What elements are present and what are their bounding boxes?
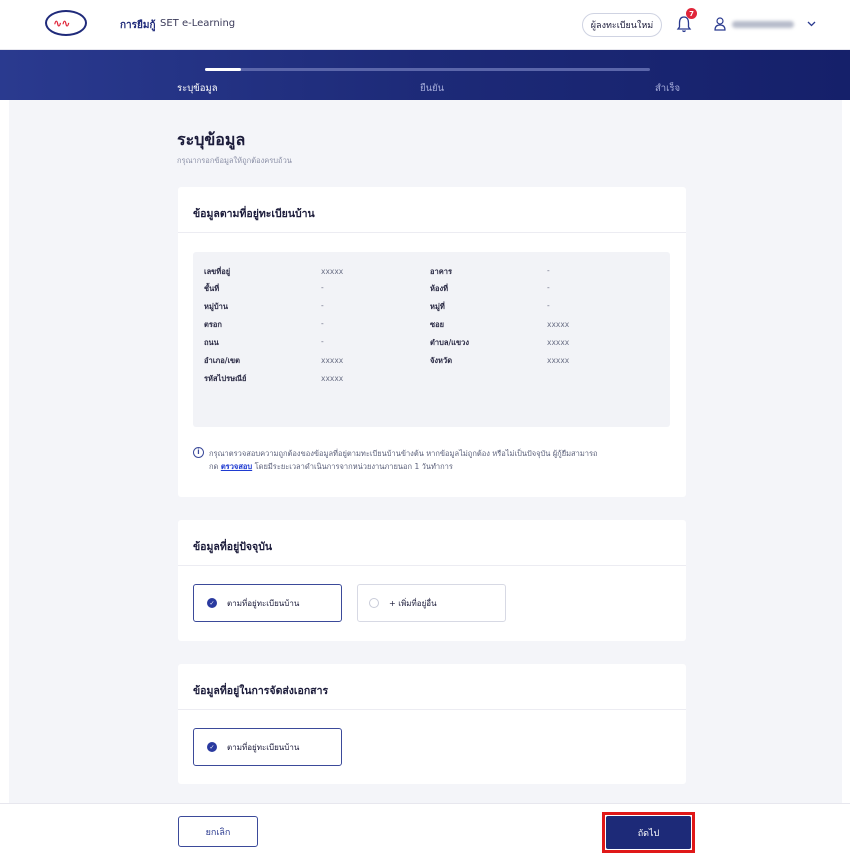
soi-label: ซอย [430, 320, 444, 329]
room-label: ห้องที่ [430, 284, 449, 293]
address-note: i กรุณาตรวจสอบความถูกต้องของข้อมูลที่อยู… [193, 447, 673, 473]
province-value: xxxxx [547, 356, 570, 365]
page-title: ระบุข้อมูล [177, 130, 246, 149]
postcode-value: xxxxx [321, 374, 344, 383]
current-address-registered-option[interactable]: ✓ ตามที่อยู่ทะเบียนบ้าน [193, 584, 342, 622]
note-suffix: โดยมีระยะเวลาดำเนินการจากหน่วยงานภายนอก … [254, 462, 453, 471]
next-button[interactable]: ถัดไป [606, 816, 691, 849]
note-text: กรุณาตรวจสอบความถูกต้องของข้อมูลที่อยู่ต… [209, 449, 598, 458]
logo-mark: ∿∿ [53, 17, 70, 30]
card-header: ข้อมูลที่อยู่ในการจัดส่งเอกสาร [178, 664, 686, 710]
floor-value: - [321, 283, 324, 292]
room-value: - [547, 283, 550, 292]
district-label: อำเภอ/เขต [204, 356, 241, 365]
delivery-address-registered-option[interactable]: ✓ ตามที่อยู่ทะเบียนบ้าน [193, 728, 342, 766]
card-title: ข้อมูลที่อยู่ปัจจุบัน [193, 541, 273, 553]
add-other-address-option[interactable]: + เพิ่มที่อยู่อื่น [357, 584, 506, 622]
logo[interactable]: ∿∿ [45, 10, 87, 36]
card-title: ข้อมูลตามที่อยู่ทะเบียนบ้าน [193, 208, 315, 220]
user-name-blurred[interactable] [732, 21, 794, 28]
register-button[interactable]: ผู้ลงทะเบียนใหม่ [582, 13, 662, 37]
road-label: ถนน [204, 338, 219, 347]
delivery-address-card: ข้อมูลที่อยู่ในการจัดส่งเอกสาร ✓ ตามที่อ… [178, 664, 686, 784]
moo-label: หมู่ที่ [430, 302, 445, 311]
radio-icon [369, 598, 379, 608]
current-address-card: ข้อมูลที่อยู่ปัจจุบัน ✓ ตามที่อยู่ทะเบีย… [178, 520, 686, 641]
verify-link[interactable]: ตรวจสอบ [221, 462, 252, 471]
alley-label: ตรอก [204, 320, 222, 329]
step-fill-info: ระบุข้อมูล [177, 83, 218, 94]
top-navbar: ∿∿ การยืมกู้ SET e-Learning ผู้ลงทะเบียน… [0, 0, 850, 50]
card-title: ข้อมูลที่อยู่ในการจัดส่งเอกสาร [193, 685, 329, 697]
card-header: ข้อมูลที่อยู่ปัจจุบัน [178, 520, 686, 566]
note-prefix: กด [209, 462, 219, 471]
postcode-label: รหัสไปรษณีย์ [204, 374, 247, 383]
option-label: ตามที่อยู่ทะเบียนบ้าน [227, 598, 300, 608]
info-icon: i [193, 447, 204, 458]
card-header: ข้อมูลตามที่อยู่ทะเบียนบ้าน [178, 187, 686, 233]
cancel-button[interactable]: ยกเลิก [178, 816, 258, 847]
province-label: จังหวัด [430, 356, 453, 365]
nav-home-link[interactable]: การยืมกู้ [120, 18, 156, 33]
soi-value: xxxxx [547, 320, 570, 329]
stepper-progress [205, 68, 241, 71]
option-label: + เพิ่มที่อยู่อื่น [389, 598, 437, 608]
stepper-track [205, 68, 650, 71]
footer-bar [0, 803, 850, 855]
notification-badge: 7 [686, 8, 697, 19]
nav-elearning-link[interactable]: SET e-Learning [160, 18, 235, 29]
village-value: - [321, 301, 324, 310]
alley-value: - [321, 319, 324, 328]
building-value: - [547, 266, 550, 275]
floor-label: ชั้นที่ [204, 284, 220, 293]
step-confirm: ยืนยัน [420, 83, 445, 94]
user-icon[interactable] [714, 17, 726, 31]
subdistrict-label: ตำบล/แขวง [430, 338, 470, 347]
subdistrict-value: xxxxx [547, 338, 570, 347]
page-subtitle: กรุณากรอกข้อมูลให้ถูกต้องครบถ้วน [177, 156, 292, 165]
check-icon: ✓ [207, 598, 217, 608]
moo-value: - [547, 301, 550, 310]
road-value: - [321, 337, 324, 346]
address-label: เลขที่อยู่ [204, 267, 231, 276]
building-label: อาคาร [430, 267, 452, 276]
chevron-down-icon[interactable] [806, 19, 817, 28]
address-value: xxxxx [321, 267, 344, 276]
step-success: สำเร็จ [655, 83, 681, 94]
district-value: xxxxx [321, 356, 344, 365]
village-label: หมู่บ้าน [204, 302, 228, 311]
option-label: ตามที่อยู่ทะเบียนบ้าน [227, 742, 300, 752]
check-icon: ✓ [207, 742, 217, 752]
address-details: เลขที่อยู่ xxxxx อาคาร - ชั้นที่ - ห้องท… [193, 252, 670, 427]
registered-address-card: ข้อมูลตามที่อยู่ทะเบียนบ้าน เลขที่อยู่ x… [178, 187, 686, 497]
